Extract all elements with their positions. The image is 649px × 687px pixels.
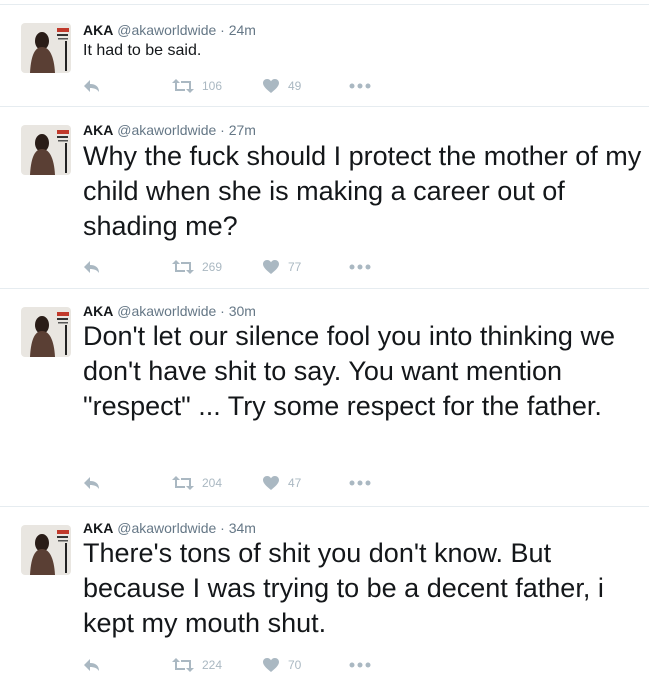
tweet-header: AKA @akaworldwide · 34m: [83, 519, 256, 537]
like-button[interactable]: 49: [262, 76, 301, 96]
retweet-button[interactable]: 224: [172, 655, 222, 675]
retweet-count: 224: [202, 658, 223, 672]
user-handle[interactable]: @akaworldwide: [117, 520, 216, 536]
like-count: 47: [288, 476, 302, 490]
reply-button[interactable]: [83, 473, 101, 493]
tweet-1[interactable]: AKA @akaworldwide · 24m It had to be sai…: [0, 4, 649, 106]
separator-dot: ·: [220, 520, 225, 536]
user-handle[interactable]: @akaworldwide: [117, 22, 216, 38]
avatar[interactable]: [21, 525, 71, 575]
avatar[interactable]: [21, 23, 71, 73]
retweet-icon: [172, 476, 194, 490]
heart-icon: [263, 476, 279, 490]
more-button[interactable]: [349, 655, 371, 675]
display-name[interactable]: AKA: [83, 520, 113, 536]
more-button[interactable]: [349, 76, 371, 96]
tweet-header: AKA @akaworldwide · 30m: [83, 302, 256, 320]
tweet-text: Don't let our silence fool you into thin…: [83, 321, 615, 421]
retweet-button[interactable]: 269: [172, 257, 222, 277]
display-name[interactable]: AKA: [83, 122, 113, 138]
retweet-button[interactable]: 106: [172, 76, 222, 96]
retweet-icon: [172, 658, 194, 672]
timestamp[interactable]: 24m: [229, 22, 256, 38]
tweet-text: Why the fuck should I protect the mother…: [83, 141, 642, 241]
like-count: 49: [288, 79, 302, 93]
tweet-4[interactable]: AKA @akaworldwide · 34m There's tons of …: [0, 506, 649, 687]
reply-icon: [84, 261, 99, 273]
reply-icon: [84, 80, 99, 92]
reply-button[interactable]: [83, 257, 101, 277]
tweet-header: AKA @akaworldwide · 24m: [83, 21, 256, 39]
retweet-icon: [172, 260, 194, 274]
display-name[interactable]: AKA: [83, 303, 113, 319]
retweet-button[interactable]: 204: [172, 473, 222, 493]
heart-icon: [263, 260, 279, 274]
more-dots-icon: [349, 83, 371, 89]
like-button[interactable]: 77: [262, 257, 301, 277]
user-handle[interactable]: @akaworldwide: [117, 122, 216, 138]
retweet-count: 106: [202, 79, 223, 93]
like-button[interactable]: 70: [262, 655, 301, 675]
like-count: 70: [288, 658, 302, 672]
tweet-header: AKA @akaworldwide · 27m: [83, 121, 256, 139]
reply-button[interactable]: [83, 76, 101, 96]
more-button[interactable]: [349, 257, 371, 277]
tweet-2[interactable]: AKA @akaworldwide · 27m Why the fuck sho…: [0, 106, 649, 288]
timestamp[interactable]: 34m: [229, 520, 256, 536]
display-name[interactable]: AKA: [83, 22, 113, 38]
tweet-text: There's tons of shit you don't know. But…: [83, 538, 604, 638]
tweet-text: It had to be said.: [83, 42, 202, 59]
avatar[interactable]: [21, 125, 71, 175]
heart-icon: [263, 658, 279, 672]
more-dots-icon: [349, 264, 371, 270]
reply-button[interactable]: [83, 655, 101, 675]
reply-icon: [84, 659, 99, 671]
more-button[interactable]: [349, 473, 371, 493]
reply-icon: [84, 477, 99, 489]
retweet-icon: [172, 79, 194, 93]
retweet-count: 204: [202, 476, 223, 490]
timestamp[interactable]: 27m: [229, 122, 256, 138]
retweet-count: 269: [202, 260, 223, 274]
separator-dot: ·: [220, 122, 225, 138]
user-handle[interactable]: @akaworldwide: [117, 303, 216, 319]
more-dots-icon: [349, 662, 371, 668]
avatar[interactable]: [21, 307, 71, 357]
like-button[interactable]: 47: [262, 473, 301, 493]
heart-icon: [263, 79, 279, 93]
separator-dot: ·: [220, 22, 225, 38]
like-count: 77: [288, 260, 302, 274]
more-dots-icon: [349, 480, 371, 486]
timestamp[interactable]: 30m: [229, 303, 256, 319]
tweet-3[interactable]: AKA @akaworldwide · 30m Don't let our si…: [0, 288, 649, 506]
separator-dot: ·: [220, 303, 225, 319]
